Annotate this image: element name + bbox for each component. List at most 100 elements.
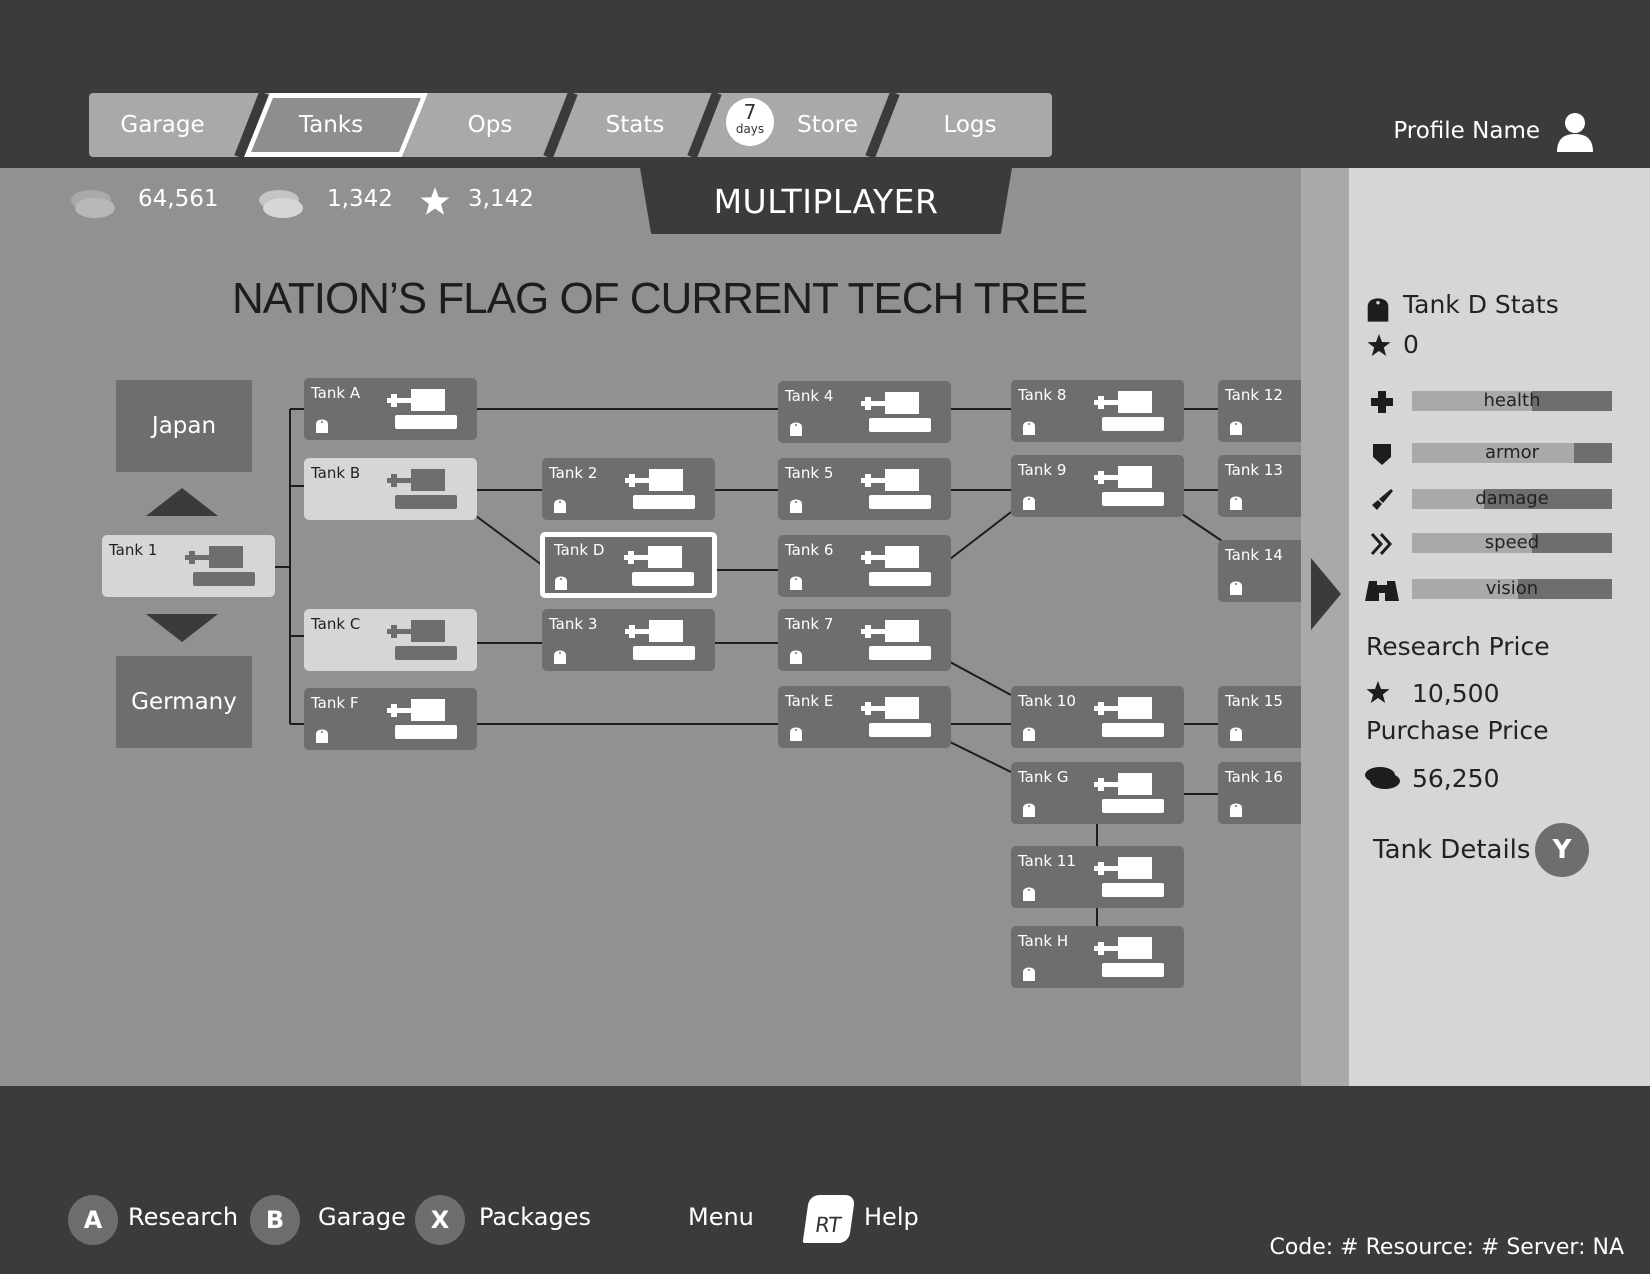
tech-tree-title: NATION’S FLAG OF CURRENT TECH TREE [232, 274, 1088, 323]
lock-icon [316, 729, 328, 743]
tank-node-tank-10[interactable]: Tank 10 [1011, 686, 1184, 748]
research-price-value: 10,500 [1412, 679, 1500, 708]
tank-node-tank-c[interactable]: Tank C [304, 609, 477, 671]
b-button[interactable]: B [250, 1195, 300, 1245]
tank-name: Tank 13 [1225, 461, 1283, 479]
garage-action-label[interactable]: Garage [318, 1203, 406, 1231]
x-button[interactable]: X [415, 1195, 465, 1245]
tank-name: Tank 11 [1018, 852, 1076, 870]
tank-node-tank-4[interactable]: Tank 4 [778, 381, 951, 443]
tank-name: Tank 8 [1018, 386, 1067, 404]
tank-node-tank-11[interactable]: Tank 11 [1011, 846, 1184, 908]
store-days-number: 7 [743, 100, 757, 124]
nation-germany-button[interactable]: Germany [116, 656, 252, 748]
tab-logs[interactable]: Logs [900, 93, 1040, 157]
lock-icon [554, 650, 566, 664]
tab-stats[interactable]: Stats [565, 93, 705, 157]
tank-node-tank-13[interactable]: Tank 13 [1218, 455, 1301, 517]
mode-label: MULTIPLAYER [713, 181, 939, 221]
tank-icon [861, 469, 931, 509]
profile-name[interactable]: Profile Name [1393, 118, 1540, 144]
silver-amount: 64,561 [138, 186, 219, 212]
tank-node-tank-14[interactable]: Tank 14 [1218, 540, 1301, 602]
tab-tanks[interactable]: Tanks [260, 93, 402, 157]
tank-name: Tank C [311, 615, 361, 633]
tank-icon [1094, 857, 1164, 897]
tank-name: Tank B [311, 464, 361, 482]
packages-action-label[interactable]: Packages [479, 1203, 591, 1231]
tank-icon [624, 546, 694, 586]
tank-icon [861, 546, 931, 586]
tank-node-tank-g[interactable]: Tank G [1011, 762, 1184, 824]
nation-japan-button[interactable]: Japan [116, 380, 252, 472]
tank-node-tank-1[interactable]: Tank 1 [102, 535, 275, 597]
tank-icon [387, 699, 457, 739]
speed-bar: speed [1412, 533, 1612, 553]
expand-panel-arrow-icon[interactable] [1311, 558, 1341, 630]
stat-label: damage [1475, 488, 1549, 509]
tank-icon [387, 620, 457, 660]
tank-details-label[interactable]: Tank Details [1373, 835, 1530, 865]
lock-icon [1023, 803, 1035, 817]
tank-node-tank-2[interactable]: Tank 2 [542, 458, 715, 520]
lock-icon [1023, 967, 1035, 981]
tab-garage[interactable]: Garage [100, 93, 225, 157]
tank-name: Tank 3 [549, 615, 598, 633]
tank-icon [625, 620, 695, 660]
tank-node-tank-h[interactable]: Tank H [1011, 926, 1184, 988]
stat-label: vision [1485, 578, 1539, 599]
lock-icon [790, 727, 802, 741]
purchase-price-value: 56,250 [1412, 764, 1500, 793]
tank-node-tank-15[interactable]: Tank 15 [1218, 686, 1301, 748]
lock-icon [316, 419, 328, 433]
gold-amount: 1,342 [327, 186, 393, 212]
tab-ops[interactable]: Ops [420, 93, 560, 157]
research-action-label[interactable]: Research [128, 1203, 238, 1231]
tank-node-tank-a[interactable]: Tank A [304, 378, 477, 440]
a-button[interactable]: A [68, 1195, 118, 1245]
tank-name: Tank 5 [785, 464, 834, 482]
tank-node-tank-12[interactable]: Tank 12 [1218, 380, 1301, 442]
tank-node-tank-f[interactable]: Tank F [304, 688, 477, 750]
nation-down-arrow-icon[interactable] [146, 614, 218, 642]
store-days-badge: 7 days [726, 98, 774, 146]
tank-name: Tank 6 [785, 541, 834, 559]
lock-icon [1023, 887, 1035, 901]
tank-node-tank-3[interactable]: Tank 3 [542, 609, 715, 671]
lock-icon [555, 576, 567, 590]
tank-icon [1094, 937, 1164, 977]
tank-node-tank-9[interactable]: Tank 9 [1011, 455, 1184, 517]
y-button[interactable]: Y [1535, 823, 1589, 877]
tank-node-tank-8[interactable]: Tank 8 [1011, 380, 1184, 442]
nation-up-arrow-icon[interactable] [146, 488, 218, 516]
rt-button-label: RT [813, 1213, 843, 1237]
tank-name: Tank D [554, 541, 605, 559]
tank-node-tank-5[interactable]: Tank 5 [778, 458, 951, 520]
tab-store[interactable]: Store [780, 93, 875, 157]
tank-name: Tank 7 [785, 615, 834, 633]
lock-icon [1230, 496, 1242, 510]
menu-action-label[interactable]: Menu [688, 1203, 754, 1231]
tank-node-tank-6[interactable]: Tank 6 [778, 535, 951, 597]
rt-button[interactable]: RT [802, 1195, 856, 1243]
lock-icon [790, 650, 802, 664]
tank-node-tank-16[interactable]: Tank 16 [1218, 762, 1301, 824]
tank-icon [861, 392, 931, 432]
tank-icon [625, 469, 695, 509]
stats-stars-value: 0 [1403, 330, 1419, 359]
tank-icon [1094, 466, 1164, 506]
tank-node-tank-7[interactable]: Tank 7 [778, 609, 951, 671]
help-action-label[interactable]: Help [864, 1203, 919, 1231]
nation-germany-label: Germany [131, 689, 237, 715]
lock-icon [1230, 727, 1242, 741]
tank-icon [387, 389, 457, 429]
tank-node-tank-e[interactable]: Tank E [778, 686, 951, 748]
lock-icon [790, 576, 802, 590]
user-icon[interactable] [1556, 112, 1594, 152]
speed-chevrons-icon [1370, 532, 1393, 556]
tank-node-tank-b[interactable]: Tank B [304, 458, 477, 520]
tank-node-tank-d-selected[interactable]: Tank D [540, 532, 717, 598]
armor-shield-icon [1373, 444, 1391, 465]
server-info: Code: # Resource: # Server: NA [1269, 1235, 1624, 1260]
tank-icon [1094, 773, 1164, 813]
